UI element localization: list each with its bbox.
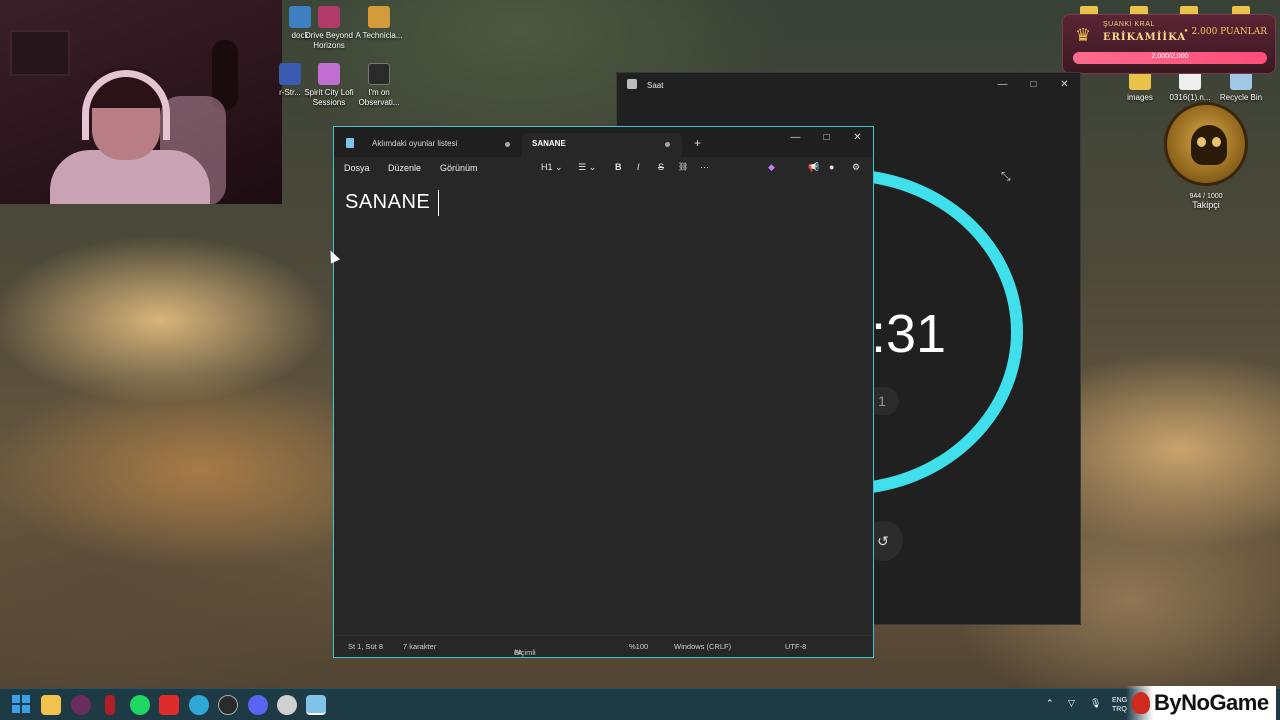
notepad-statusbar: St 1, Süt 8 7 karakter ᴬA Biçimli %100 W… [334, 635, 873, 657]
follower-goal-medal [1164, 102, 1248, 186]
follower-goal: 944 / 1000 Takipçi [1160, 193, 1252, 210]
tab-sanane[interactable]: SANANE [522, 133, 682, 157]
maximize-button[interactable]: □ [811, 127, 842, 147]
list-icon: ☰ [578, 162, 587, 172]
start-button[interactable] [12, 695, 32, 715]
microphone-icon[interactable]: 🎙 [1090, 698, 1101, 709]
status-cursor-position: St 1, Süt 8 [348, 642, 384, 651]
bynogame-logo-icon [1132, 692, 1150, 714]
follower-label: Takipçi [1192, 200, 1220, 210]
status-char-count: 7 karakter [403, 642, 437, 651]
follower-count: 944 / 1000 [1189, 193, 1223, 200]
bold-button[interactable]: B [615, 162, 622, 172]
steam-icon[interactable] [218, 695, 238, 715]
tab-label: Aklımdaki oyunlar listesi [372, 139, 458, 148]
skull-eye [1197, 137, 1206, 147]
menu-dosya[interactable]: Dosya [344, 163, 370, 173]
copilot-icon[interactable]: ◆ [768, 162, 775, 173]
list-dropdown[interactable]: ☰ ⌄ [578, 162, 596, 173]
notepad-menubar: Dosya Düzenle Görünüm H1 ⌄ ☰ ⌄ B I S ⛓ ·… [334, 157, 873, 181]
watermark-text: ByNoGame [1154, 690, 1269, 715]
youtube-icon[interactable] [159, 695, 179, 715]
red-app-icon[interactable] [105, 695, 115, 715]
clock-window-controls: — □ ✕ [987, 73, 1080, 95]
windows-logo-icon [12, 695, 30, 713]
chevron-down-icon: ⌄ [555, 162, 563, 172]
clock-titlebar[interactable]: Saat — □ ✕ [617, 73, 1080, 97]
desktop-icon-label: A Technicia... [355, 31, 403, 40]
compact-view-icon[interactable]: ⤡ [1001, 169, 1011, 184]
heading-dropdown[interactable]: H1 ⌄ [541, 162, 563, 173]
status-encoding: UTF-8 [785, 642, 807, 651]
desktop-icon-a-technician[interactable]: A Technicia... [347, 6, 411, 41]
link-button[interactable]: ⛓ [678, 162, 688, 171]
editor-content[interactable]: SANANE [345, 191, 430, 214]
desktop-icon-im-on-observation[interactable]: I'm on Observati... [347, 63, 411, 108]
tab-aklimdaki-oyunlar-listesi[interactable]: Aklımdaki oyunlar listesi [362, 133, 522, 157]
king-points: • 2.000 PUANLAR [1183, 27, 1267, 37]
webcam-overlay [0, 0, 282, 204]
king-progress-bar: 2,000/2,000 [1073, 52, 1267, 64]
chevron-up-icon[interactable]: ⌃ [1046, 698, 1054, 709]
wifi-icon[interactable]: ▽ [1068, 698, 1075, 709]
im-on-observation-icon [368, 63, 390, 85]
strikethrough-button[interactable]: S [658, 162, 664, 172]
announcement-icon[interactable]: 📢 [808, 162, 819, 173]
more-options-button[interactable]: ··· [700, 162, 709, 172]
spirit-city-icon [318, 63, 340, 85]
menu-duzenle[interactable]: Düzenle [388, 163, 421, 173]
unsaved-dot-icon [505, 142, 510, 147]
notepad-window-controls: — □ ✕ [780, 127, 873, 147]
close-button[interactable]: ✕ [1049, 73, 1080, 95]
close-button[interactable]: ✕ [842, 127, 873, 147]
text-caret [438, 190, 439, 216]
notepad-tabbar: Aklımdaki oyunlar listesi SANANE + — □ ✕ [334, 127, 873, 157]
stream-king-widget: ♛ ŞUANKİ KRAL ERİKAMİİKA • 2.000 PUANLAR… [1062, 14, 1276, 74]
minimize-button[interactable]: — [987, 73, 1018, 95]
desktop-icon-label: Recycle Bin [1219, 93, 1263, 102]
spotify-icon[interactable] [130, 695, 150, 715]
app-circle-icon[interactable] [71, 695, 91, 715]
notepad-window[interactable]: Aklımdaki oyunlar listesi SANANE + — □ ✕… [333, 126, 874, 658]
file-explorer-icon[interactable] [41, 695, 61, 715]
clock-app-icon [627, 79, 637, 89]
heading-label: H1 [541, 162, 553, 172]
italic-button[interactable]: I [637, 162, 640, 172]
webcam-shelf [10, 30, 70, 76]
clock-app-icon[interactable] [277, 695, 297, 715]
crown-icon: ♛ [1075, 25, 1092, 45]
status-zoom: %100 [629, 642, 649, 651]
king-label: ŞUANKİ KRAL [1103, 21, 1155, 28]
desktop-icon-label: I'm on Observati... [358, 88, 400, 107]
a-technician-icon [368, 6, 390, 28]
menu-gorunum[interactable]: Görünüm [440, 163, 478, 173]
account-icon[interactable]: ● [829, 162, 834, 172]
chevron-down-icon: ⌄ [588, 162, 597, 172]
king-progress-text: 2,000/2,000 [1151, 53, 1189, 60]
king-name: ERİKAMİİKA [1103, 32, 1187, 43]
taskbar: ⌃ ▽ 🎙 ENG TRQ ByNoGame [0, 686, 1280, 720]
notepad-app-icon[interactable] [306, 695, 326, 715]
new-tab-button[interactable]: + [694, 136, 701, 150]
minimize-button[interactable]: — [780, 127, 811, 147]
tab-label: SANANE [532, 139, 566, 148]
skull-eye [1212, 137, 1221, 147]
watermark: ByNoGame [1126, 686, 1276, 720]
maximize-button[interactable]: □ [1018, 73, 1049, 95]
discord-icon[interactable] [248, 695, 268, 715]
drive-beyond-horizons-icon [318, 6, 340, 28]
unsaved-dot-icon [665, 142, 670, 147]
edge-icon[interactable] [189, 695, 209, 715]
clock-window-title: Saat [647, 81, 664, 90]
notepad-app-icon [346, 138, 354, 148]
settings-gear-icon[interactable]: ⚙ [852, 162, 860, 173]
notepad-editor[interactable]: SANANE [334, 181, 873, 635]
timer-time: :31 [871, 304, 947, 364]
status-line-ending: Windows (CRLF) [674, 642, 732, 651]
format-label: Biçimli [514, 648, 536, 657]
skull-icon [1191, 125, 1227, 165]
